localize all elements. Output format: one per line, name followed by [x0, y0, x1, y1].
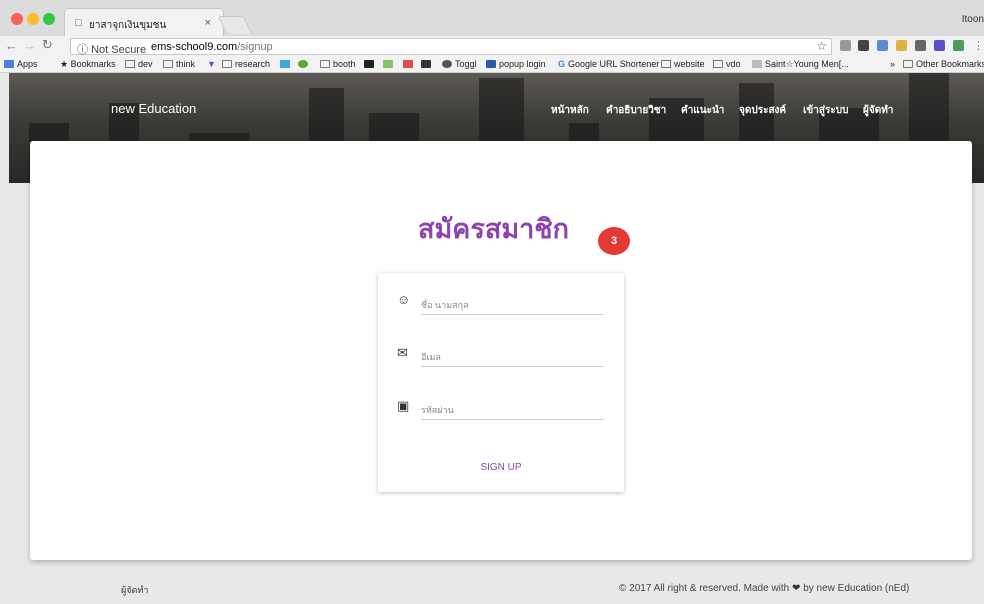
apps-icon [4, 60, 14, 68]
document-icon [752, 60, 762, 68]
nav-course-description[interactable]: คำอธิบายวิชา [606, 103, 666, 118]
bookmark-line-icon[interactable] [383, 59, 396, 69]
menu-icon[interactable]: ⋮ [973, 39, 984, 52]
nav-login[interactable]: เข้าสู่ระบบ [803, 103, 848, 118]
email-icon: ✉ [397, 345, 408, 360]
signup-button[interactable]: SIGN UP [471, 458, 531, 476]
browser-tab-bar: □ ยาสาจุกเงินขุมชน × Itoon [0, 0, 984, 36]
bookmark-star-icon[interactable]: ☆ [816, 39, 827, 53]
popup-login-icon [486, 60, 496, 68]
url-host: ems-school9.com [151, 41, 238, 53]
bookmark-toggl[interactable]: Toggl [442, 59, 477, 69]
bookmark-saint-young-men[interactable]: Saint☆Young Men[... [752, 59, 849, 70]
settings-extension-icon[interactable] [915, 40, 926, 51]
copyright-text: © 2017 All right & reserved. Made with [619, 583, 790, 594]
bookmark-site-icon[interactable] [280, 59, 293, 69]
vue-bookmark-icon[interactable]: ▼ [207, 59, 216, 69]
nav-guidance[interactable]: คำแนะนำ [681, 103, 724, 118]
bookmarks-overflow[interactable]: » [890, 59, 895, 69]
security-info[interactable]: ⓘ Not Secure [77, 41, 146, 57]
extension-icon[interactable] [896, 40, 907, 51]
bookmark-dev[interactable]: dev [125, 59, 153, 69]
bookmark-other[interactable]: Other Bookmarks [903, 59, 984, 69]
browser-tab[interactable]: □ ยาสาจุกเงินขุมชน × [64, 8, 224, 36]
profile-name[interactable]: Itoon [962, 14, 984, 25]
sheets-extension-icon[interactable] [953, 40, 964, 51]
folder-icon [320, 60, 330, 68]
translate-extension-icon[interactable] [877, 40, 888, 51]
forward-icon[interactable]: → [23, 38, 36, 53]
bookmark-a-icon[interactable] [364, 59, 377, 69]
folder-icon [713, 60, 723, 68]
footer-authors-link[interactable]: ผู้จัดทำ [121, 583, 148, 597]
bookmark-leaf-icon[interactable] [298, 59, 311, 69]
site-brand[interactable]: new Education [111, 101, 196, 116]
bookmark-apps[interactable]: Apps [4, 59, 38, 69]
bootstrap-extension-icon[interactable] [934, 40, 945, 51]
folder-icon [222, 60, 232, 68]
close-window-button[interactable] [11, 13, 23, 25]
bookmark-popup-login[interactable]: popup login [486, 59, 546, 69]
gear-extension-icon[interactable] [858, 40, 869, 51]
bookmark-flag-icon[interactable] [403, 59, 416, 69]
copyright-credit: by new Education (nEd) [803, 583, 910, 594]
maximize-window-button[interactable] [43, 13, 55, 25]
face-icon: ☺ [397, 292, 411, 307]
camera-extension-icon[interactable] [840, 40, 851, 51]
folder-icon [903, 60, 913, 68]
security-label: Not Secure [91, 44, 147, 56]
step-badge: 3 [598, 227, 630, 255]
reload-icon[interactable]: ↻ [42, 37, 53, 53]
heart-icon: ❤ [792, 583, 801, 594]
toggl-icon [442, 60, 452, 68]
lock-icon: ▣ [397, 398, 410, 413]
page-icon: □ [75, 17, 82, 29]
address-bar[interactable]: ⓘ Not Secure ems-school9.com/signup ☆ [70, 38, 832, 57]
folder-icon [125, 60, 135, 68]
bookmark-bookmarks[interactable]: ★ Bookmarks [60, 59, 116, 70]
nav-home[interactable]: หน้าหลัก [551, 103, 589, 118]
email-field[interactable] [421, 347, 604, 367]
nav-objectives[interactable]: จุดประสงค์ [739, 103, 786, 118]
url: ems-school9.com/signup [151, 41, 273, 53]
bookmark-vdo[interactable]: vdo [713, 59, 741, 69]
url-path: /signup [237, 41, 273, 53]
name-field[interactable] [421, 295, 604, 315]
footer-copyright: © 2017 All right & reserved. Made with ❤… [619, 583, 909, 594]
bookmark-think[interactable]: think [163, 59, 195, 69]
password-field[interactable] [421, 400, 604, 420]
minimize-window-button[interactable] [27, 13, 39, 25]
folder-icon [661, 60, 671, 68]
bookmark-toggl-icon[interactable] [421, 59, 434, 69]
page-title: สมัครสมาชิก [418, 214, 569, 244]
google-icon: G [558, 59, 566, 69]
bookmarks-bar: Apps ★ Bookmarks dev think ▼ research bo… [0, 56, 984, 73]
bookmark-website[interactable]: website [661, 59, 705, 69]
bookmark-booth[interactable]: booth [320, 59, 356, 69]
nav-authors[interactable]: ผู้จัดทำ [863, 103, 893, 118]
browser-toolbar: ← → ↻ ⓘ Not Secure ems-school9.com/signu… [0, 36, 984, 56]
tab-title: ยาสาจุกเงินขุมชน [89, 20, 167, 31]
bookmark-url-shortener[interactable]: G Google URL Shortener [558, 59, 659, 69]
bookmark-research[interactable]: research [222, 59, 270, 69]
back-icon[interactable]: ← [5, 38, 18, 53]
folder-icon [163, 60, 173, 68]
tab-close-icon[interactable]: × [205, 17, 211, 29]
